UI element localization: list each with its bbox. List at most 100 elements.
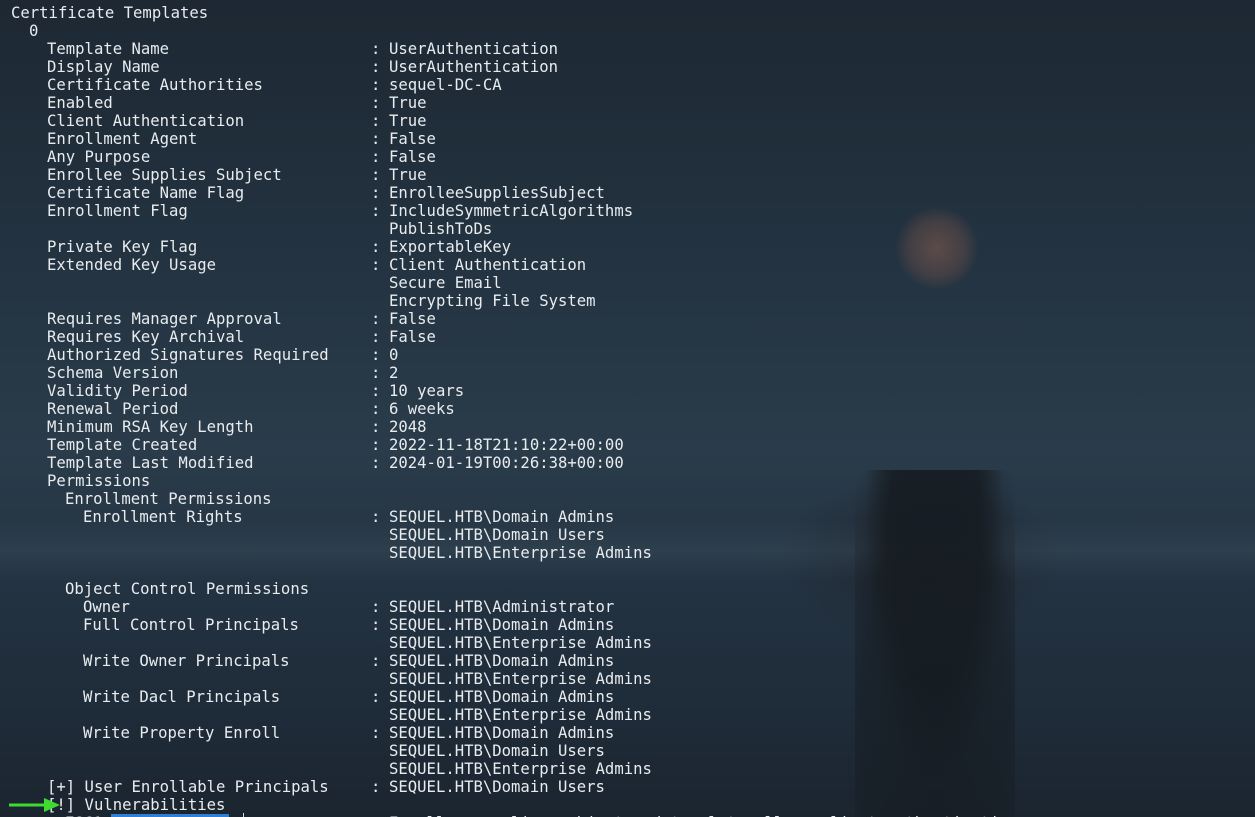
property-separator: : bbox=[371, 436, 381, 454]
property-separator: : bbox=[371, 166, 381, 184]
property-separator: : bbox=[371, 94, 381, 112]
property-separator: : bbox=[371, 598, 381, 616]
property-label: Enrollment Permissions bbox=[65, 490, 272, 508]
property-value: Client Authentication bbox=[389, 256, 587, 274]
property-separator: : bbox=[371, 148, 381, 166]
property-separator: : bbox=[371, 652, 381, 670]
property-value: SEQUEL.HTB\Domain Admins bbox=[389, 688, 615, 706]
property-separator: : bbox=[371, 238, 381, 256]
property-value: SEQUEL.HTB\Domain Users bbox=[389, 778, 605, 796]
property-separator: : bbox=[371, 688, 381, 706]
property-label: Write Owner Principals bbox=[83, 652, 290, 670]
property-label: Template Last Modified bbox=[47, 454, 254, 472]
property-label: [!] Vulnerabilities bbox=[47, 796, 226, 814]
property-value: sequel-DC-CA bbox=[389, 76, 502, 94]
property-label: Full Control Principals bbox=[83, 616, 299, 634]
property-separator: : bbox=[371, 400, 381, 418]
property-separator: : bbox=[371, 418, 381, 436]
property-value: Secure Email bbox=[389, 274, 502, 292]
property-value: SEQUEL.HTB\Enterprise Admins bbox=[389, 760, 652, 778]
property-value: UserAuthentication bbox=[389, 58, 558, 76]
property-separator: : bbox=[371, 112, 381, 130]
property-value: True bbox=[389, 166, 427, 184]
property-value: False bbox=[389, 328, 436, 346]
property-value: Encrypting File System bbox=[389, 292, 596, 310]
property-value: False bbox=[389, 148, 436, 166]
arrow-right-icon bbox=[9, 798, 60, 812]
property-label: Owner bbox=[83, 598, 130, 616]
property-label: Any Purpose bbox=[47, 148, 151, 166]
property-label: Renewal Period bbox=[47, 400, 179, 418]
property-value: SEQUEL.HTB\Domain Admins bbox=[389, 508, 615, 526]
property-value: 2022-11-18T21:10:22+00:00 bbox=[389, 436, 624, 454]
property-value: SEQUEL.HTB\Domain Users bbox=[389, 526, 605, 544]
property-label: Enrollment Flag bbox=[47, 202, 188, 220]
property-label: Certificate Name Flag bbox=[47, 184, 245, 202]
property-label: Template Created bbox=[47, 436, 198, 454]
property-value: 2 bbox=[389, 364, 399, 382]
property-value: 2048 bbox=[389, 418, 427, 436]
property-separator: : bbox=[371, 778, 381, 796]
property-value: SEQUEL.HTB\Enterprise Admins bbox=[389, 670, 652, 688]
property-label: Object Control Permissions bbox=[65, 580, 310, 598]
property-value: SEQUEL.HTB\Domain Admins bbox=[389, 724, 615, 742]
property-value: True bbox=[389, 112, 427, 130]
property-value: SEQUEL.HTB\Administrator bbox=[389, 598, 615, 616]
property-separator: : bbox=[371, 184, 381, 202]
property-separator: : bbox=[371, 58, 381, 76]
property-value: SEQUEL.HTB\Domain Users bbox=[389, 742, 605, 760]
property-value: SEQUEL.HTB\Enterprise Admins bbox=[389, 544, 652, 562]
property-value: SEQUEL.HTB\Enterprise Admins bbox=[389, 634, 652, 652]
property-separator: : bbox=[371, 130, 381, 148]
property-separator: : bbox=[371, 724, 381, 742]
property-value: SEQUEL.HTB\Domain Admins bbox=[389, 616, 615, 634]
property-value: UserAuthentication bbox=[389, 40, 558, 58]
property-separator: : bbox=[371, 76, 381, 94]
property-value: True bbox=[389, 94, 427, 112]
property-label: Client Authentication bbox=[47, 112, 245, 130]
property-separator: : bbox=[371, 454, 381, 472]
property-label: Write Dacl Principals bbox=[83, 688, 281, 706]
property-value: EnrolleeSuppliesSubject bbox=[389, 184, 605, 202]
property-separator: : bbox=[371, 508, 381, 526]
property-label: Enabled bbox=[47, 94, 113, 112]
template-index: 0 bbox=[29, 22, 39, 40]
property-label: Enrollment Rights bbox=[83, 508, 243, 526]
property-label: Requires Key Archival bbox=[47, 328, 245, 346]
property-value: False bbox=[389, 130, 436, 148]
property-separator: : bbox=[371, 616, 381, 634]
cursor-mark bbox=[243, 813, 244, 817]
section-title: Certificate Templates bbox=[11, 4, 209, 22]
property-label: Requires Manager Approval bbox=[47, 310, 282, 328]
property-separator: : bbox=[371, 202, 381, 220]
terminal-window[interactable]: Certificate Templates 0 Template Name: Us… bbox=[0, 0, 1255, 817]
property-label: Extended Key Usage bbox=[47, 256, 216, 274]
property-label: Private Key Flag bbox=[47, 238, 198, 256]
property-separator: : bbox=[371, 256, 381, 274]
property-separator: : bbox=[371, 346, 381, 364]
property-value: SEQUEL.HTB\Domain Admins bbox=[389, 652, 615, 670]
property-value: 0 bbox=[389, 346, 399, 364]
property-label: Write Property Enroll bbox=[83, 724, 281, 742]
property-label: Enrollment Agent bbox=[47, 130, 198, 148]
property-value: SEQUEL.HTB\Enterprise Admins bbox=[389, 706, 652, 724]
property-separator: : bbox=[371, 310, 381, 328]
property-separator: : bbox=[371, 382, 381, 400]
property-value: ExportableKey bbox=[389, 238, 512, 256]
property-separator: : bbox=[371, 364, 381, 382]
property-label: Template Name bbox=[47, 40, 170, 58]
property-label: Certificate Authorities bbox=[47, 76, 263, 94]
property-separator: : bbox=[371, 328, 381, 346]
property-label: Authorized Signatures Required bbox=[47, 346, 329, 364]
property-label: Schema Version bbox=[47, 364, 179, 382]
property-separator: : bbox=[371, 40, 381, 58]
property-value: 2024-01-19T00:26:38+00:00 bbox=[389, 454, 624, 472]
property-label: Enrollee Supplies Subject bbox=[47, 166, 282, 184]
property-label: [+] User Enrollable Principals bbox=[47, 778, 329, 796]
property-value: 6 weeks bbox=[389, 400, 455, 418]
property-value: IncludeSymmetricAlgorithms bbox=[389, 202, 634, 220]
background-silhouette bbox=[855, 470, 1015, 817]
property-label: Minimum RSA Key Length bbox=[47, 418, 254, 436]
property-label: Display Name bbox=[47, 58, 160, 76]
property-value: False bbox=[389, 310, 436, 328]
